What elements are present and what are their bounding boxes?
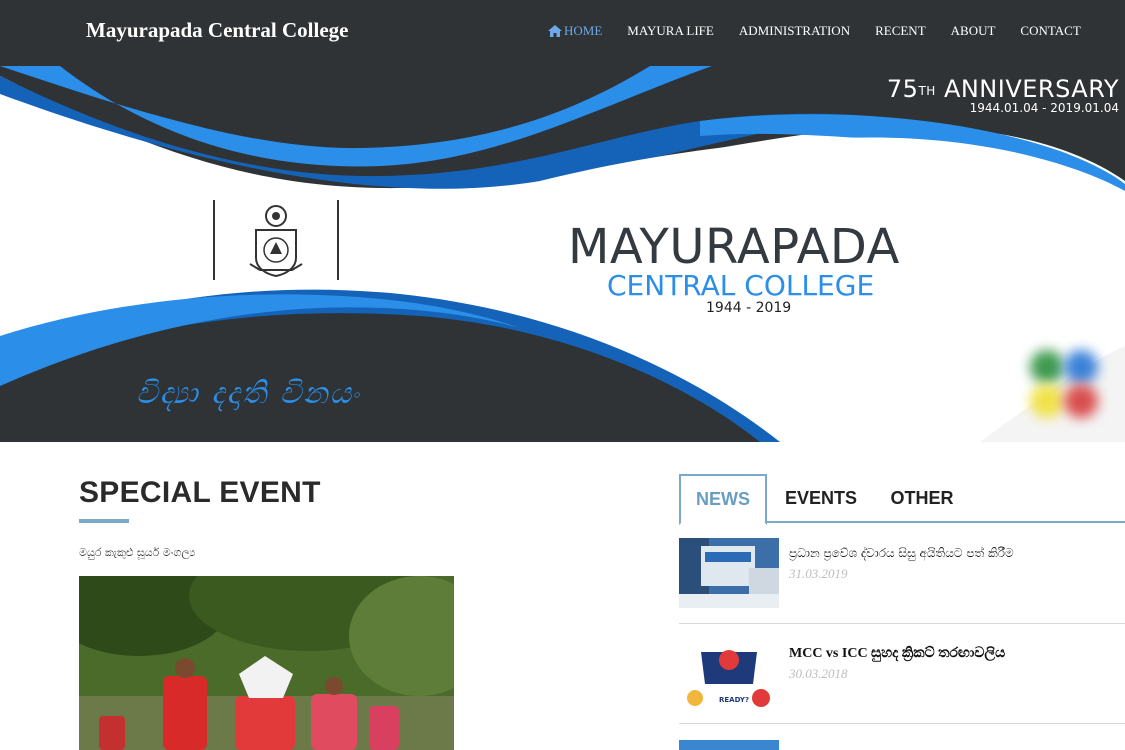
school-crest: [213, 200, 339, 280]
nav-administration[interactable]: ADMINISTRATION: [739, 23, 850, 39]
nav-contact[interactable]: CONTACT: [1020, 23, 1080, 39]
brand-title[interactable]: Mayurapada Central College: [86, 18, 348, 43]
special-event-title: SPECIAL EVENT: [79, 476, 321, 509]
color-dots-decoration: [1024, 344, 1104, 424]
hero-banner: 75TH ANNIVERSARY 1944.01.04 - 2019.01.04…: [0, 66, 1125, 442]
anniversary-title: 75TH ANNIVERSARY: [887, 76, 1119, 102]
news-title[interactable]: MCC vs ICC සුහද ක්‍රිකට් තරඟාවලිය: [789, 646, 1005, 662]
anniversary-suffix: TH: [918, 84, 936, 98]
news-thumb-image: [679, 538, 779, 608]
red-dot: [1064, 384, 1098, 418]
anniversary-block: 75TH ANNIVERSARY 1944.01.04 - 2019.01.04: [887, 76, 1119, 115]
tab-news[interactable]: NEWS: [679, 474, 767, 525]
crest-divider-right: [337, 200, 339, 280]
tab-other[interactable]: OTHER: [879, 474, 965, 523]
home-icon: [548, 25, 562, 37]
anniversary-number: 75: [886, 75, 919, 103]
main-nav: HOME MAYURA LIFE ADMINISTRATION RECENT A…: [548, 23, 1081, 39]
nav-home-label: HOME: [564, 23, 603, 38]
news-title[interactable]: ප්‍රධාන ප්‍රවේශ ද්වාරය සිසු අයිතියට පත් …: [789, 546, 1014, 561]
banner-school-name: MAYURAPADA: [568, 219, 900, 275]
banner-school-subtitle: CENTRAL COLLEGE: [607, 269, 875, 302]
nav-mayura-life[interactable]: MAYURA LIFE: [627, 23, 714, 39]
news-date: 31.03.2019: [789, 566, 848, 581]
special-event-photo[interactable]: [79, 576, 454, 750]
anniversary-dates: 1944.01.04 - 2019.01.04: [969, 101, 1119, 115]
news-item[interactable]: [679, 740, 1125, 750]
yellow-dot: [1030, 384, 1064, 418]
top-navbar: Mayurapada Central College HOME MAYURA L…: [0, 0, 1125, 66]
anniversary-word: ANNIVERSARY: [943, 75, 1119, 103]
news-divider: [679, 623, 1125, 624]
news-item[interactable]: READY? MCC vs ICC සුහද ක්‍රිකට් තරඟාවලිය…: [679, 638, 1125, 724]
news-item[interactable]: ප්‍රධාන ප්‍රවේශ ද්වාරය සිසු අයිතියට පත් …: [679, 538, 1125, 624]
news-thumbnail[interactable]: READY?: [679, 638, 779, 708]
crest-divider-left: [213, 200, 215, 280]
crest-icon: [249, 205, 303, 278]
news-thumbnail[interactable]: [679, 740, 779, 750]
green-dot: [1030, 350, 1064, 384]
news-tabs: NEWS EVENTS OTHER: [679, 474, 1125, 525]
news-divider: [679, 723, 1125, 724]
tab-events[interactable]: EVENTS: [777, 474, 865, 523]
special-event-caption: මයුර කැකුළු සූර්ය මංගල්‍ය: [79, 546, 196, 559]
special-event-underline: [79, 519, 129, 523]
thumb-ready-text: READY?: [719, 696, 749, 704]
news-thumb-image: READY?: [679, 638, 779, 708]
nav-about[interactable]: ABOUT: [951, 23, 996, 39]
nav-recent[interactable]: RECENT: [875, 23, 926, 39]
nav-home[interactable]: HOME: [548, 23, 602, 39]
news-thumbnail[interactable]: [679, 538, 779, 608]
event-photo-image: [79, 576, 454, 750]
banner-motto: විද්‍යා දදාති විනයං: [136, 376, 361, 411]
news-date: 30.03.2018: [789, 666, 848, 681]
blue-dot: [1064, 350, 1098, 384]
banner-school-years: 1944 - 2019: [706, 300, 792, 316]
